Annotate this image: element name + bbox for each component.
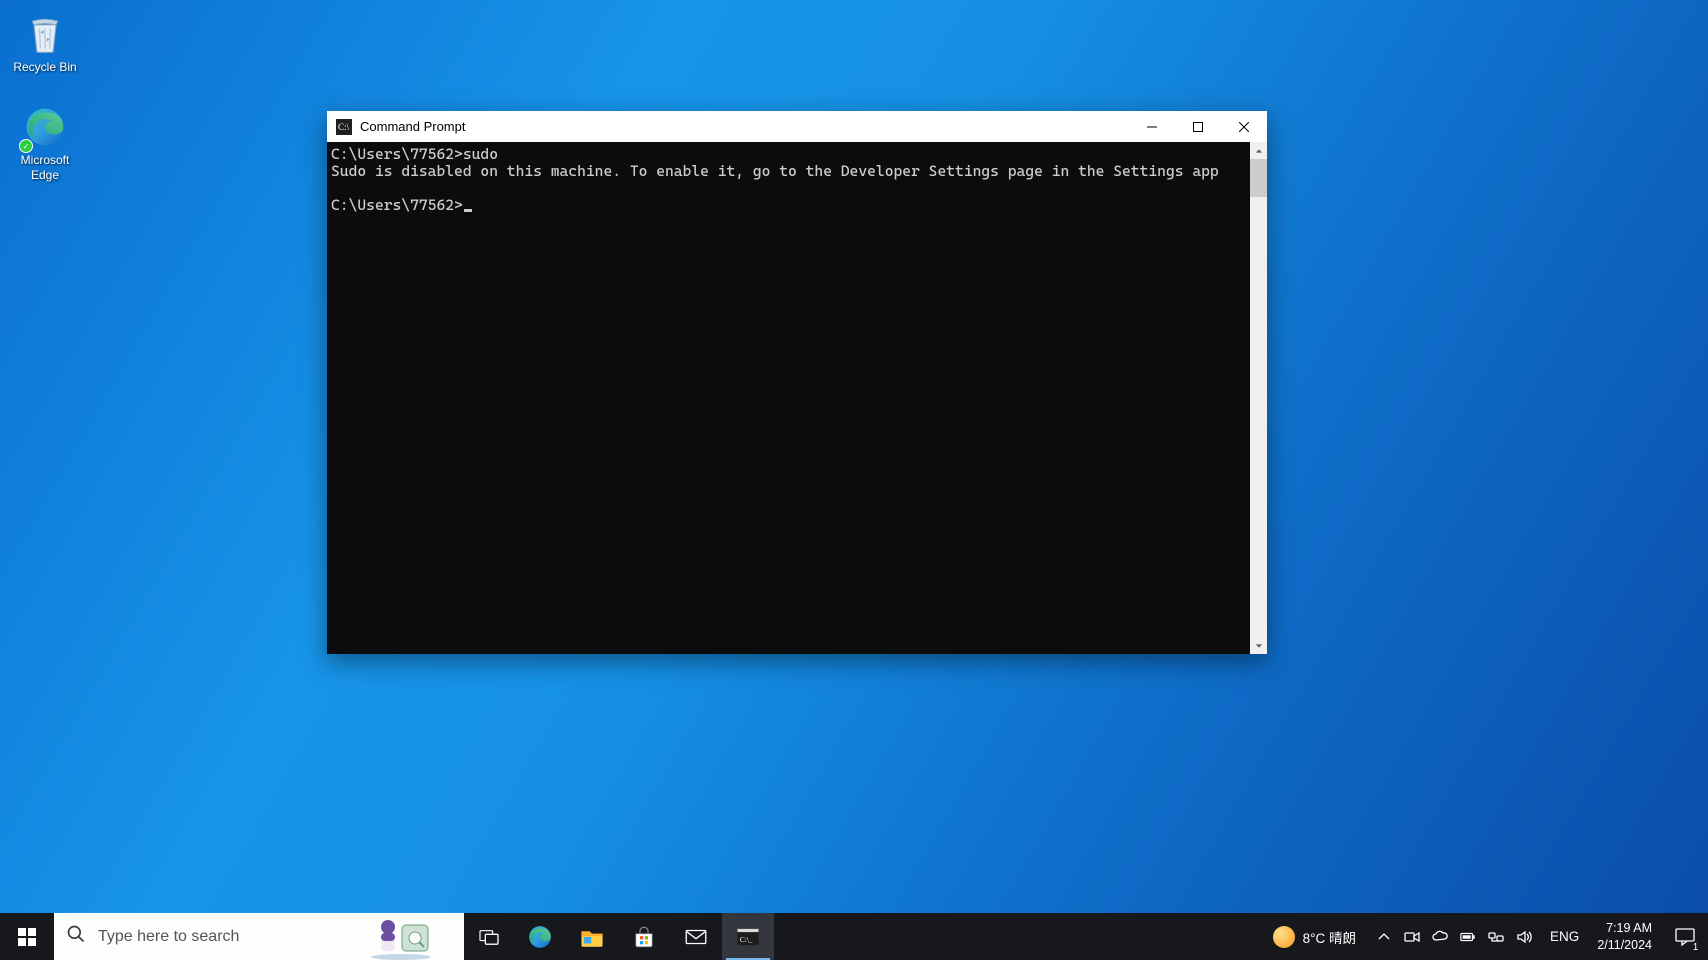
scroll-track[interactable] [1250,159,1267,637]
window-title: Command Prompt [360,119,465,134]
task-view-button[interactable] [464,913,514,960]
maximize-button[interactable] [1175,111,1221,142]
tray-overflow-button[interactable] [1372,913,1396,960]
desktop-icon-recycle-bin[interactable]: Recycle Bin [6,10,84,75]
console-output[interactable]: C:\Users\77562>sudo Sudo is disabled on … [327,142,1250,654]
battery-icon[interactable] [1456,913,1480,960]
window-titlebar[interactable]: C:\ Command Prompt [327,111,1267,142]
weather-text: 8°C 晴朗 [1303,927,1356,947]
taskbar-app-edge[interactable] [514,913,566,960]
desktop-icon-edge[interactable]: Microsoft Edge [6,103,84,183]
system-tray [1366,913,1542,960]
taskbar-app-mail[interactable] [670,913,722,960]
weather-widget[interactable]: 8°C 晴朗 [1263,913,1366,960]
network-icon[interactable] [1484,913,1508,960]
recycle-bin-icon [21,10,69,58]
onedrive-icon[interactable] [1428,913,1452,960]
edge-icon [21,103,69,151]
desktop-icons: Recycle Bin Mi [6,10,84,183]
action-center-button[interactable]: 1 [1662,913,1708,960]
cursor-icon [464,209,472,212]
clock-time: 7:19 AM [1606,920,1652,936]
scroll-down-button[interactable] [1250,637,1267,654]
sun-icon [1273,926,1295,948]
desktop-icon-label: Recycle Bin [13,60,76,75]
console-line: Sudo is disabled on this machine. To ena… [331,162,1219,180]
cmd-icon: C:\ [336,119,352,135]
console-prompt: C:\Users\77562> [331,196,463,214]
taskbar-app-cmd[interactable]: C:\_ [722,913,774,960]
search-icon [66,924,86,949]
console-line: C:\Users\77562>sudo [331,145,498,163]
taskbar: Type here to search [0,913,1708,960]
taskbar-app-file-explorer[interactable] [566,913,618,960]
desktop-icon-label: Microsoft Edge [6,153,84,183]
search-box[interactable]: Type here to search [54,913,464,960]
notification-badge: 1 [1689,941,1702,954]
vertical-scrollbar[interactable] [1250,142,1267,654]
taskbar-app-store[interactable] [618,913,670,960]
search-placeholder: Type here to search [98,928,450,946]
clock[interactable]: 7:19 AM 2/11/2024 [1587,913,1662,960]
language-indicator[interactable]: ENG [1542,913,1587,960]
volume-icon[interactable] [1512,913,1536,960]
scroll-thumb[interactable] [1250,159,1267,197]
svg-text:C:\_: C:\_ [740,934,753,943]
scroll-up-button[interactable] [1250,142,1267,159]
svg-text:C:\: C:\ [338,122,350,132]
command-prompt-window: C:\ Command Prompt C:\Users\77562>sudo S… [327,111,1267,654]
start-button[interactable] [0,913,54,960]
close-button[interactable] [1221,111,1267,142]
clock-date: 2/11/2024 [1597,937,1652,953]
meet-now-icon[interactable] [1400,913,1424,960]
minimize-button[interactable] [1129,111,1175,142]
